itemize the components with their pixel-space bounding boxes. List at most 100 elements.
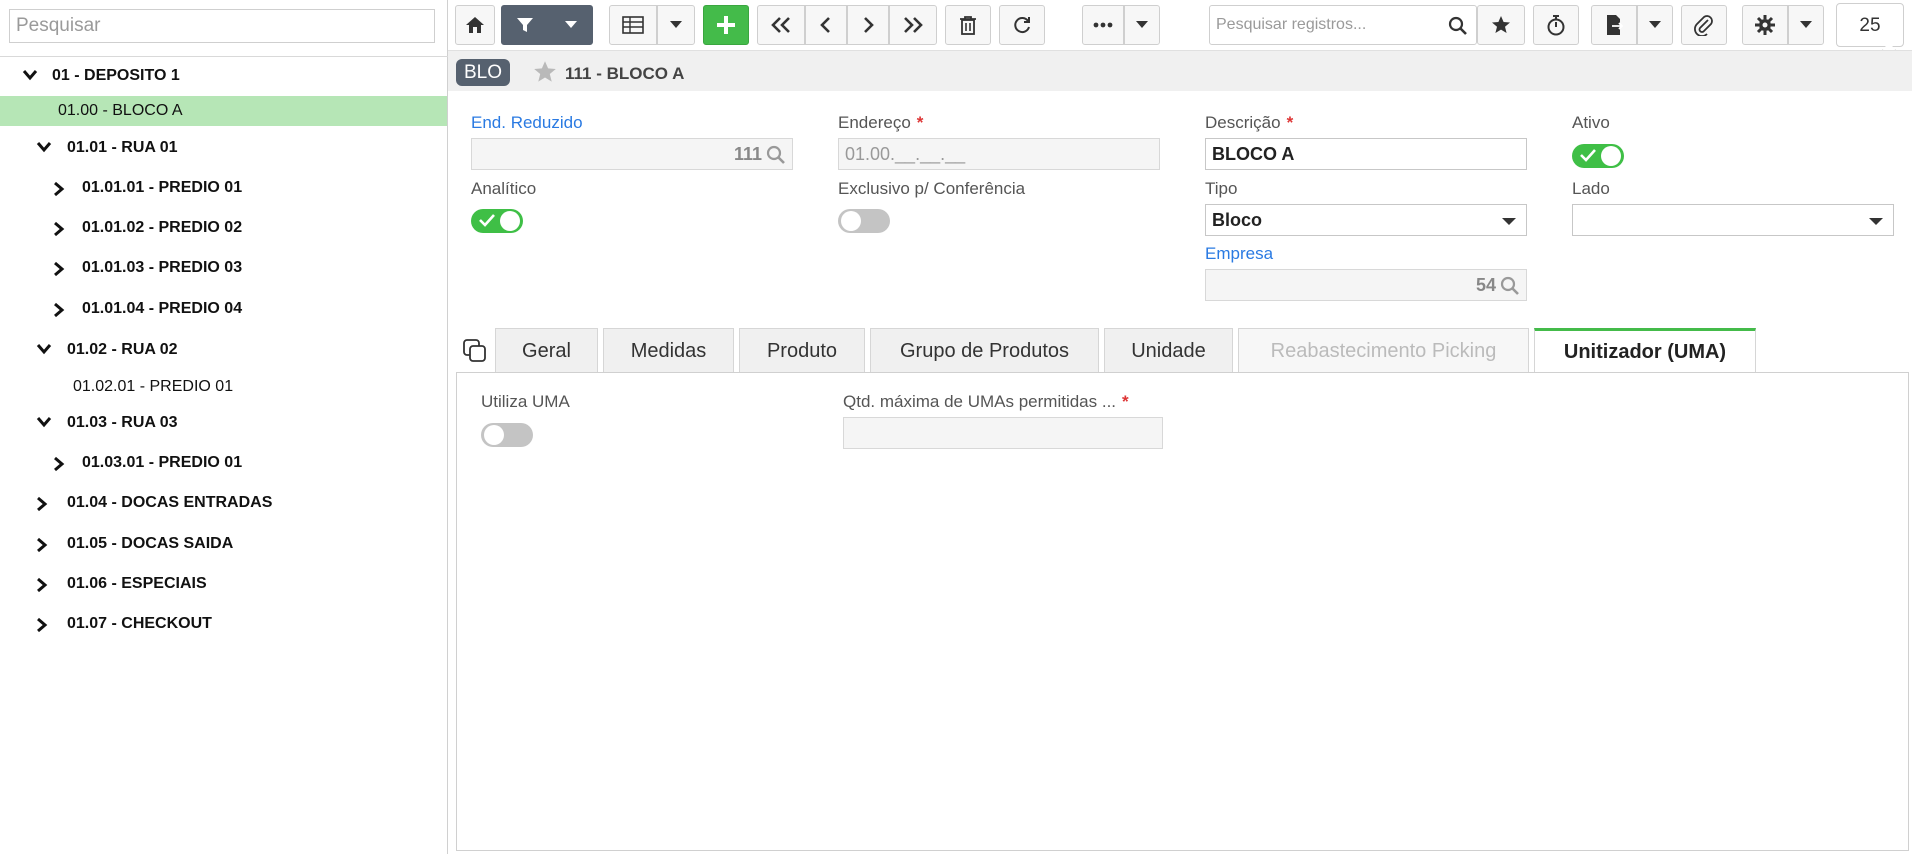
first-record-button[interactable] <box>757 5 805 45</box>
tree-item[interactable]: 01.03 - RUA 03 <box>0 408 447 438</box>
tree-item[interactable]: 01.02 - RUA 02 <box>0 335 447 365</box>
chevron-right-icon[interactable] <box>36 577 50 593</box>
tree-item-label: 01.01 - RUA 01 <box>67 139 178 156</box>
tree-item[interactable]: 01.00 - BLOCO A <box>0 96 447 126</box>
tab-unitizador-uma[interactable]: Unitizador (UMA) <box>1534 328 1756 374</box>
chevron-right-icon[interactable] <box>36 537 50 553</box>
ellipsis-icon <box>1093 22 1113 28</box>
tab-unidade[interactable]: Unidade <box>1104 328 1233 373</box>
last-record-button[interactable] <box>889 5 937 45</box>
export-button[interactable] <box>1591 5 1637 45</box>
double-chevron-left-icon <box>771 17 790 33</box>
tree-item[interactable]: 01.04 - DOCAS ENTRADAS <box>0 488 447 518</box>
chevron-right-icon[interactable] <box>53 261 67 277</box>
chevron-down-icon[interactable] <box>36 416 52 430</box>
tree-item[interactable]: 01.07 - CHECKOUT <box>0 609 447 639</box>
navigation-tree-panel: 01 - DEPOSITO 1 01.00 - BLOCO A 01.01 - RU… <box>0 0 448 854</box>
chevron-down-icon[interactable] <box>36 343 52 357</box>
tree-item[interactable]: 01.01.03 - PREDIO 03 <box>0 253 447 283</box>
end-reduzido-field[interactable]: 111 <box>471 138 793 170</box>
home-button[interactable] <box>455 5 495 45</box>
add-button[interactable] <box>703 5 749 45</box>
descricao-field[interactable]: BLOCO A <box>1205 138 1527 170</box>
chevron-right-icon[interactable] <box>36 496 50 512</box>
endereco-value: 01.00.__.__.__ <box>845 144 966 164</box>
analitico-toggle[interactable] <box>471 209 523 233</box>
filter-dropdown-button[interactable] <box>549 5 593 45</box>
search-icon[interactable] <box>1500 276 1520 296</box>
trash-icon <box>960 16 976 35</box>
ativo-label: Ativo <box>1572 113 1610 132</box>
tree-item[interactable]: 01.01.01 - PREDIO 01 <box>0 173 447 203</box>
caret-down-icon <box>670 21 682 28</box>
chevron-down-icon[interactable] <box>36 141 52 155</box>
tree-item[interactable]: 01.05 - DOCAS SAIDA <box>0 529 447 559</box>
chevron-right-icon[interactable] <box>36 617 50 633</box>
search-icon[interactable] <box>766 145 786 165</box>
tree-item[interactable]: 01.02.01 - PREDIO 01 <box>0 372 447 402</box>
lado-select[interactable] <box>1572 204 1894 236</box>
tab-grupo-de-produtos[interactable]: Grupo de Produtos <box>870 328 1099 373</box>
record-count-badge[interactable]: 25 <box>1836 3 1904 47</box>
toggle-knob <box>484 425 504 445</box>
grid-view-button[interactable] <box>609 5 657 45</box>
utiliza-uma-toggle[interactable] <box>481 423 533 447</box>
tree-item[interactable]: 01.01.02 - PREDIO 02 <box>0 213 447 243</box>
chevron-right-icon[interactable] <box>53 302 67 318</box>
tree-item[interactable]: 01.01 - RUA 01 <box>0 133 447 163</box>
endereco-field[interactable]: 01.00.__.__.__ <box>838 138 1160 170</box>
settings-dropdown-button[interactable] <box>1788 5 1824 45</box>
tree-item-label: 01.02 - RUA 02 <box>67 341 178 358</box>
empresa-label[interactable]: Empresa <box>1205 244 1273 264</box>
tab-medidas[interactable]: Medidas <box>603 328 734 373</box>
settings-button[interactable] <box>1742 5 1788 45</box>
file-export-icon <box>1607 15 1624 35</box>
export-dropdown-button[interactable] <box>1637 5 1673 45</box>
tree-item-label: 01.01.02 - PREDIO 02 <box>82 219 243 236</box>
refresh-button[interactable] <box>999 5 1045 45</box>
toggle-knob <box>500 211 520 231</box>
chevron-right-icon[interactable] <box>53 221 67 237</box>
required-marker: * <box>916 113 924 132</box>
timer-button[interactable] <box>1533 5 1579 45</box>
main-toolbar: 25 <box>448 0 1912 58</box>
attachments-button[interactable] <box>1681 5 1727 45</box>
tab-produto[interactable]: Produto <box>739 328 865 373</box>
record-search-input[interactable] <box>1210 6 1440 44</box>
ativo-toggle[interactable] <box>1572 144 1624 168</box>
chevron-down-icon[interactable] <box>22 69 38 83</box>
star-icon[interactable] <box>532 60 558 84</box>
end-reduzido-label[interactable]: End. Reduzido <box>471 113 583 133</box>
favorites-button[interactable] <box>1477 5 1525 45</box>
tree-item[interactable]: 01.01.04 - PREDIO 04 <box>0 294 447 324</box>
next-record-button[interactable] <box>847 5 889 45</box>
sidebar-divider <box>0 56 448 57</box>
more-actions-button[interactable] <box>1082 5 1124 45</box>
tree-item[interactable]: 01.06 - ESPECIAIS <box>0 569 447 599</box>
tab-geral[interactable]: Geral <box>495 328 598 373</box>
check-icon <box>1580 149 1596 162</box>
previous-record-button[interactable] <box>805 5 847 45</box>
tree-item-label: 01 - DEPOSITO 1 <box>52 67 180 84</box>
more-actions-dropdown-button[interactable] <box>1124 5 1160 45</box>
tree-search-input[interactable] <box>9 9 435 43</box>
tree-item[interactable]: 01 - DEPOSITO 1 <box>0 61 447 91</box>
tipo-select[interactable]: Bloco <box>1205 204 1527 236</box>
chevron-right-icon <box>864 17 874 33</box>
delete-button[interactable] <box>945 5 991 45</box>
copy-icon[interactable] <box>462 338 488 364</box>
record-search-box <box>1209 5 1477 45</box>
star-icon <box>1492 16 1510 33</box>
empresa-field[interactable]: 54 <box>1205 269 1527 301</box>
chevron-left-icon <box>820 17 830 33</box>
filter-button[interactable] <box>501 5 549 45</box>
chevron-right-icon[interactable] <box>53 456 67 472</box>
search-icon[interactable] <box>1448 16 1468 36</box>
grid-view-dropdown-button[interactable] <box>657 5 695 45</box>
qtd-max-uma-field[interactable] <box>843 417 1163 449</box>
exclusivo-toggle[interactable] <box>838 209 890 233</box>
tree-item[interactable]: 01.03.01 - PREDIO 01 <box>0 448 447 478</box>
chevron-right-icon[interactable] <box>53 181 67 197</box>
qtd-max-uma-label-text: Qtd. máxima de UMAs permitidas ... <box>843 392 1117 411</box>
record-header: BLO 111 - BLOCO A <box>448 50 1912 91</box>
